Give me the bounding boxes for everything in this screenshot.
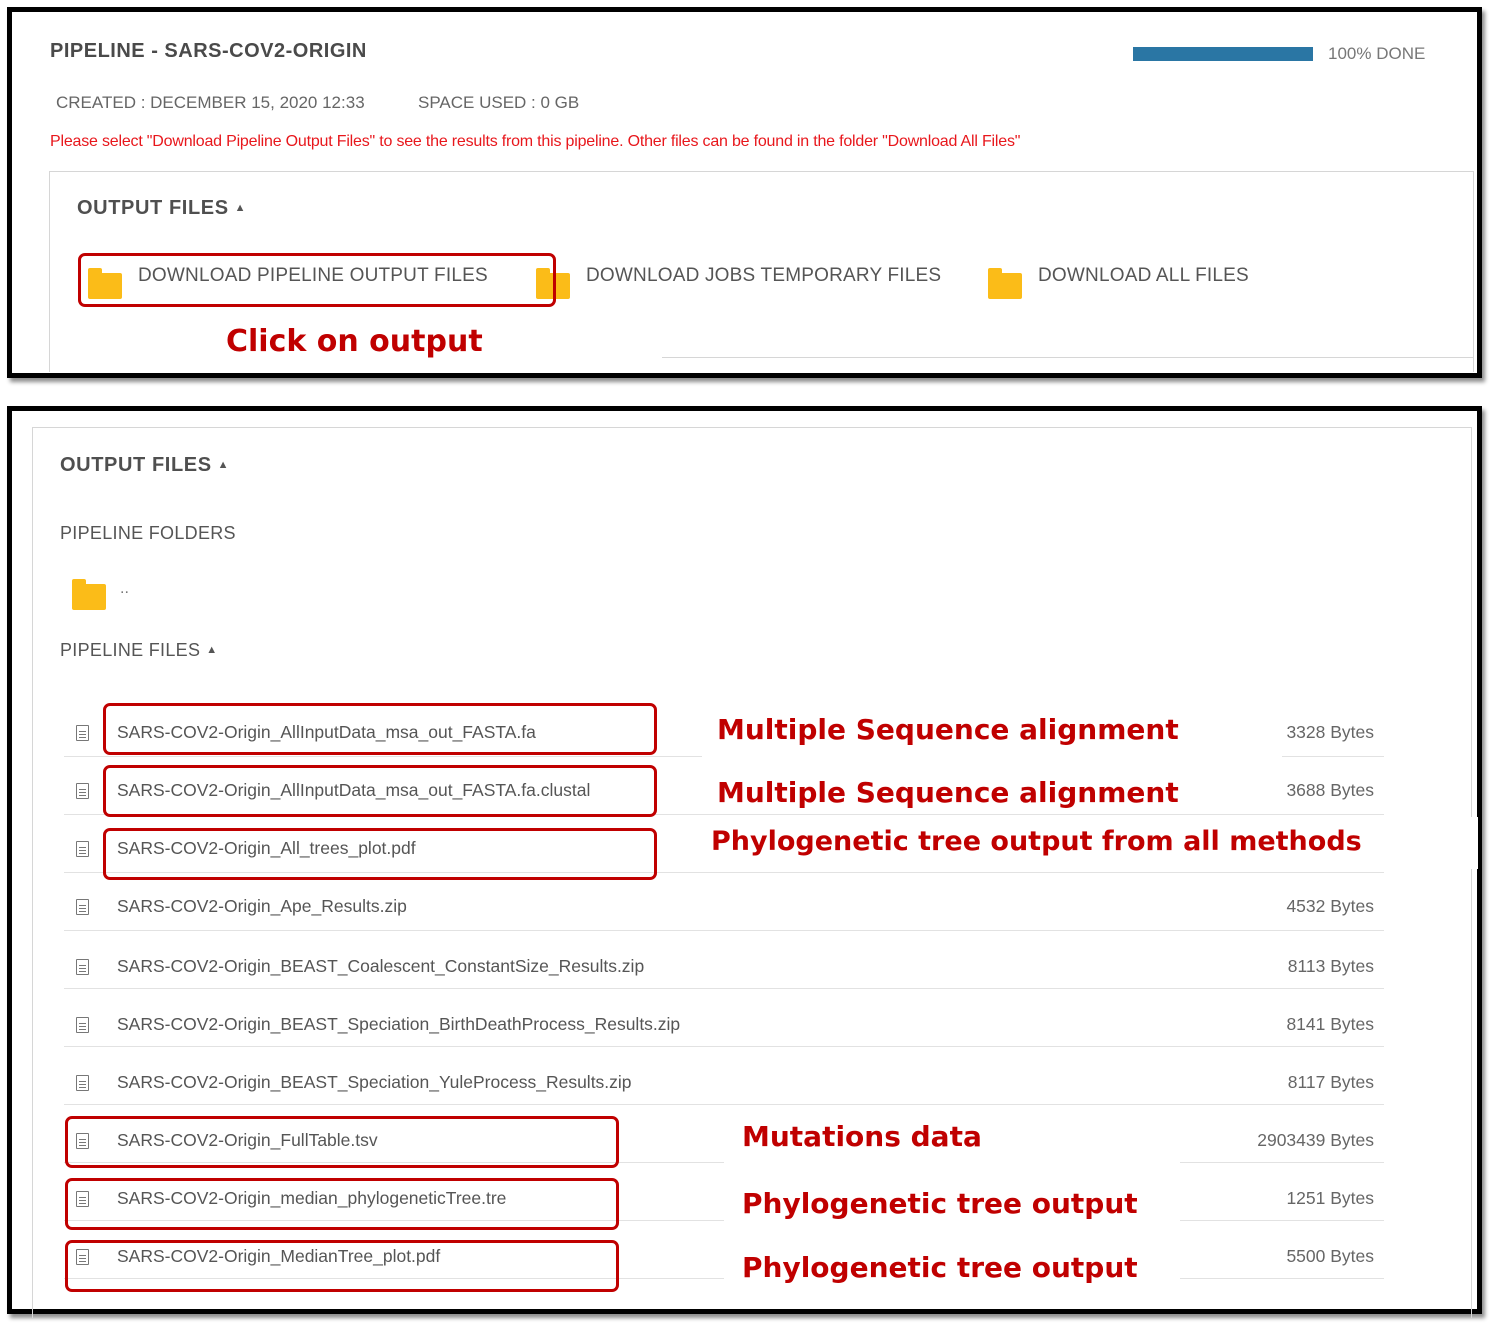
file-size: 4532 Bytes (1286, 896, 1374, 916)
download-label: DOWNLOAD JOBS TEMPORARY FILES (586, 265, 942, 286)
file-size: 1251 Bytes (1286, 1188, 1374, 1208)
file-name[interactable]: SARS-COV2-Origin_BEAST_Speciation_BirthD… (117, 1014, 680, 1035)
pipeline-folders-title: PIPELINE FOLDERS (60, 523, 236, 543)
highlight-box (78, 253, 556, 307)
annotation-mutations: Mutations data (742, 1120, 982, 1153)
download-all-files[interactable]: DOWNLOAD ALL FILES (988, 265, 1278, 301)
caret-up-icon: ▲ (206, 644, 218, 656)
annotation-tree: Phylogenetic tree output (742, 1187, 1138, 1220)
output-files-detail-panel: OUTPUT FILES ▲ PIPELINE FOLDERS .. PIPELI… (7, 406, 1482, 1318)
download-jobs-temporary-files[interactable]: DOWNLOAD JOBS TEMPORARY FILES (536, 265, 956, 301)
highlight-box (103, 703, 657, 755)
folder-icon (988, 268, 1022, 299)
file-size: 2903439 Bytes (1257, 1130, 1374, 1150)
pipeline-files-title[interactable]: PIPELINE FILES ▲ (60, 640, 217, 661)
download-label: DOWNLOAD ALL FILES (1038, 265, 1249, 286)
highlight-box (65, 1178, 619, 1230)
parent-folder[interactable]: .. (72, 576, 152, 612)
file-size: 3688 Bytes (1286, 780, 1374, 800)
annotation-tree: Phylogenetic tree output (742, 1251, 1138, 1284)
folder-icon (72, 579, 106, 610)
file-icon (76, 959, 89, 975)
space-used: SPACE USED : 0 GB (418, 93, 580, 112)
file-size: 5500 Bytes (1286, 1246, 1374, 1266)
highlight-box (103, 828, 657, 880)
pipeline-summary-panel: PIPELINE - SARS-COV2-ORIGIN 100% DONE CR… (7, 7, 1482, 378)
highlight-box (65, 1240, 619, 1292)
file-size: 8113 Bytes (1287, 956, 1374, 976)
detail-output-files-title[interactable]: OUTPUT FILES ▲ (60, 454, 229, 477)
highlight-box (103, 765, 657, 817)
file-row[interactable]: SARS-COV2-Origin_BEAST_Coalescent_Consta… (64, 931, 1384, 989)
file-icon (76, 1017, 89, 1033)
divider (662, 357, 1474, 358)
file-row[interactable]: SARS-COV2-Origin_Ape_Results.zip 4532 By… (64, 873, 1384, 931)
file-name[interactable]: SARS-COV2-Origin_BEAST_Coalescent_Consta… (117, 956, 644, 977)
progress-label: 100% DONE (1328, 44, 1426, 63)
file-size: 8141 Bytes (1286, 1014, 1374, 1034)
output-files-title[interactable]: OUTPUT FILES ▲ (77, 197, 246, 220)
parent-folder-label: .. (120, 580, 129, 597)
annotation-all-trees: Phylogenetic tree output from all method… (711, 826, 1362, 857)
file-size: 3328 Bytes (1286, 722, 1374, 742)
caret-up-icon: ▲ (234, 202, 247, 214)
warning-message: Please select "Download Pipeline Output … (50, 133, 1021, 150)
file-size: 8117 Bytes (1287, 1072, 1374, 1092)
annotation-msa: Multiple Sequence alignment (717, 776, 1179, 809)
file-icon (76, 899, 89, 915)
file-icon (76, 841, 89, 857)
caret-up-icon: ▲ (217, 459, 230, 471)
click-annotation: Click on output (226, 324, 483, 359)
file-name[interactable]: SARS-COV2-Origin_Ape_Results.zip (117, 896, 407, 917)
file-name[interactable]: SARS-COV2-Origin_BEAST_Speciation_YulePr… (117, 1072, 632, 1093)
highlight-box (65, 1116, 619, 1168)
file-icon (76, 1075, 89, 1091)
file-row[interactable]: SARS-COV2-Origin_BEAST_Speciation_YulePr… (64, 1047, 1384, 1105)
file-icon (76, 725, 89, 741)
created-date: CREATED : DECEMBER 15, 2020 12:33 (56, 93, 365, 112)
pipeline-title: PIPELINE - SARS-COV2-ORIGIN (50, 40, 367, 62)
annotation-msa: Multiple Sequence alignment (717, 713, 1179, 746)
file-icon (76, 783, 89, 799)
file-row[interactable]: SARS-COV2-Origin_BEAST_Speciation_BirthD… (64, 989, 1384, 1047)
progress-bar (1133, 47, 1313, 61)
